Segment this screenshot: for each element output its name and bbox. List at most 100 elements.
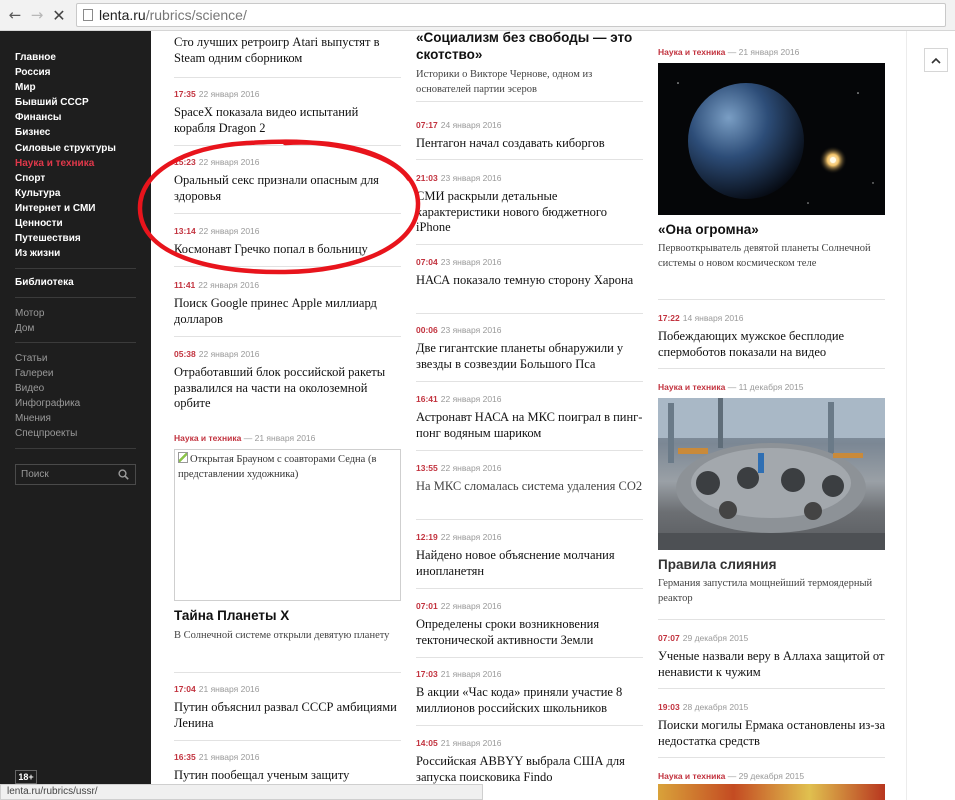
news-item[interactable]: 17:22 14 января 2016 Побеждающих мужское … [658,313,885,360]
news-item[interactable]: 17:35 22 января 2016 SpaceX показала виде… [174,89,401,136]
sidebar-item-russia[interactable]: Россия [15,65,116,80]
news-item[interactable]: 07:04 23 января 2016 НАСА показало темную… [416,257,643,289]
news-item[interactable]: 14:05 21 января 2016 Российская ABBYY выб… [416,738,643,785]
sidebar-item-galleries[interactable]: Галереи [15,366,80,381]
news-date: 22 января 2016 [440,532,502,542]
news-item[interactable]: 07:01 22 января 2016 Определены сроки воз… [416,601,643,648]
news-title[interactable]: Сто лучших ретроигр Atari выпустят в Ste… [174,35,401,66]
sidebar-item-video[interactable]: Видео [15,381,80,396]
sidebar-item-specials[interactable]: Спецпроекты [15,426,80,441]
news-time: 00:06 [416,325,438,335]
search-input[interactable] [21,469,111,480]
news-item[interactable]: 21:03 23 января 2016 СМИ раскрыли детальн… [416,173,643,236]
sidebar-item-culture[interactable]: Культура [15,186,116,201]
divider [174,740,401,741]
forward-arrow-icon[interactable]: → [26,4,48,26]
sidebar-item-articles[interactable]: Статьи [15,351,80,366]
news-title[interactable]: Путин пообещал ученым защиту [174,768,401,784]
news-title[interactable]: Определены сроки возникновения тектониче… [416,617,643,648]
news-title[interactable]: Поиски могилы Ермака остановлены из-за н… [658,718,885,749]
news-item[interactable]: 12:19 22 января 2016 Найдено новое объясн… [416,532,643,579]
lead-item[interactable]: «Социализм без свободы — это скотство» И… [416,29,643,97]
news-title[interactable]: На МКС сломалась система удаления CO2 [416,479,643,495]
news-item[interactable]: 00:06 23 января 2016 Две гигантские плане… [416,325,643,372]
news-date: 23 января 2016 [440,325,502,335]
sidebar-item-home[interactable]: Дом [15,321,44,336]
feature-text[interactable]: Тайна Планеты Х В Солнечной системе откр… [174,608,401,643]
sidebar-item-sport[interactable]: Спорт [15,171,116,186]
news-item[interactable]: 16:35 21 января 2016 Путин пообещал учены… [174,752,401,784]
planet-image[interactable] [658,63,885,215]
feature-title[interactable]: Тайна Планеты Х [174,608,401,624]
sidebar-item-forces[interactable]: Силовые структуры [15,141,116,156]
reactor-image[interactable] [658,398,885,550]
feature-date: 21 января 2016 [254,433,316,443]
scroll-to-top-button[interactable] [924,48,948,72]
feature-item[interactable]: Наука и техника — 21 января 2016 [174,433,401,443]
news-title[interactable]: Ученые назвали веру в Аллаха защитой от … [658,649,885,680]
sidebar-item-opinions[interactable]: Мнения [15,411,80,426]
news-title[interactable]: Пентагон начал создавать киборгов [416,136,643,152]
sidebar-item-world[interactable]: Мир [15,80,116,95]
sidebar-item-business[interactable]: Бизнес [15,125,116,140]
search-icon[interactable] [118,469,129,480]
sidebar-item-main[interactable]: Главное [15,50,116,65]
news-title[interactable]: НАСА показало темную сторону Харона [416,273,643,289]
news-item[interactable]: 13:55 22 января 2016 На МКС сломалась сис… [416,463,643,495]
news-time: 17:03 [416,669,438,679]
news-title[interactable]: Побеждающих мужское бесплодие спермобото… [658,329,885,360]
rubric-label[interactable]: Наука и техника [658,771,725,781]
news-title[interactable]: В акции «Час кода» приняли участие 8 мил… [416,685,643,716]
sidebar-item-motor[interactable]: Мотор [15,306,44,321]
news-title[interactable]: Две гигантские планеты обнаружили у звез… [416,341,643,372]
feature-item[interactable]: Наука и техника — 29 декабря 2015 [658,771,885,781]
news-title[interactable]: SpaceX показала видео испытаний корабля … [174,105,401,136]
back-arrow-icon[interactable]: ← [4,4,26,26]
lead-subtitle: Историки о Викторе Чернове, одном из осн… [416,69,593,95]
news-item[interactable]: 19:03 28 декабря 2015 Поиски могилы Ермак… [658,702,885,749]
news-title[interactable]: Путин объяснил развал СССР амбициями Лен… [174,700,401,731]
sidebar-item-science[interactable]: Наука и техника [15,156,116,171]
sidebar-item-infographics[interactable]: Инфографика [15,396,80,411]
sidebar-item-life[interactable]: Из жизни [15,246,116,261]
news-item[interactable]: 11:41 22 января 2016 Поиск Google принес … [174,280,401,327]
news-title[interactable]: Астронавт НАСА на МКС поиграл в пинг-пон… [416,410,643,441]
news-date: 22 января 2016 [440,601,502,611]
sidebar-item-finance[interactable]: Финансы [15,110,116,125]
news-item[interactable]: 05:38 22 января 2016 Отработавший блок ро… [174,349,401,412]
sidebar-item-ussr[interactable]: Бывший СССР [15,95,116,110]
news-date: 23 января 2016 [440,173,502,183]
address-bar[interactable]: lenta.ru/rubrics/science/ [76,3,946,27]
feature-title[interactable]: «Она огромна» [658,222,885,238]
news-title[interactable]: Найдено новое объяснение молчания инопла… [416,548,643,579]
feature-title[interactable]: Правила слияния [658,557,885,573]
feature-item[interactable]: Наука и техника — 11 декабря 2015 [658,382,885,392]
news-title[interactable]: СМИ раскрыли детальные характеристики но… [416,189,643,236]
url-host: lenta.ru [99,7,146,23]
stop-icon[interactable]: ✕ [48,4,70,26]
news-item[interactable]: 07:17 24 января 2016 Пентагон начал созда… [416,120,643,152]
sidebar-item-media[interactable]: Интернет и СМИ [15,201,116,216]
sidebar-item-library[interactable]: Библиотека [15,277,74,288]
rubric-label[interactable]: Наука и техника [174,433,241,443]
lead-title[interactable]: «Социализм без свободы — это скотство» [416,29,643,63]
news-title[interactable]: Поиск Google принес Apple миллиард долла… [174,296,401,327]
sidebar-item-values[interactable]: Ценности [15,216,116,231]
news-item[interactable]: 17:04 21 января 2016 Путин объяснил разва… [174,684,401,731]
feature-item[interactable]: Наука и техника — 21 января 2016 [658,47,885,57]
rubric-label[interactable]: Наука и техника [658,47,725,57]
feature-text[interactable]: Правила слияния Германия запустила мощне… [658,557,885,606]
news-item[interactable]: 16:41 22 января 2016 Астронавт НАСА на МК… [416,394,643,441]
news-item[interactable]: 17:03 21 января 2016 В акции «Час кода» п… [416,669,643,716]
news-item[interactable]: Сто лучших ретроигр Atari выпустят в Ste… [174,35,401,66]
news-title[interactable]: Российская ABBYY выбрала США для запуска… [416,754,643,785]
feature-text[interactable]: «Она огромна» Первооткрыватель девятой п… [658,222,885,271]
news-item[interactable]: 07:07 29 декабря 2015 Ученые назвали веру… [658,633,885,680]
feature-image[interactable]: Открытая Брауном с соавторами Седна (в п… [174,449,401,601]
rubric-label[interactable]: Наука и техника [658,382,725,392]
feature-image[interactable] [658,784,885,800]
news-title[interactable]: Отработавший блок российской ракеты разв… [174,365,401,412]
news-time: 14:05 [416,738,438,748]
divider [416,657,643,658]
sidebar-item-travel[interactable]: Путешествия [15,231,116,246]
